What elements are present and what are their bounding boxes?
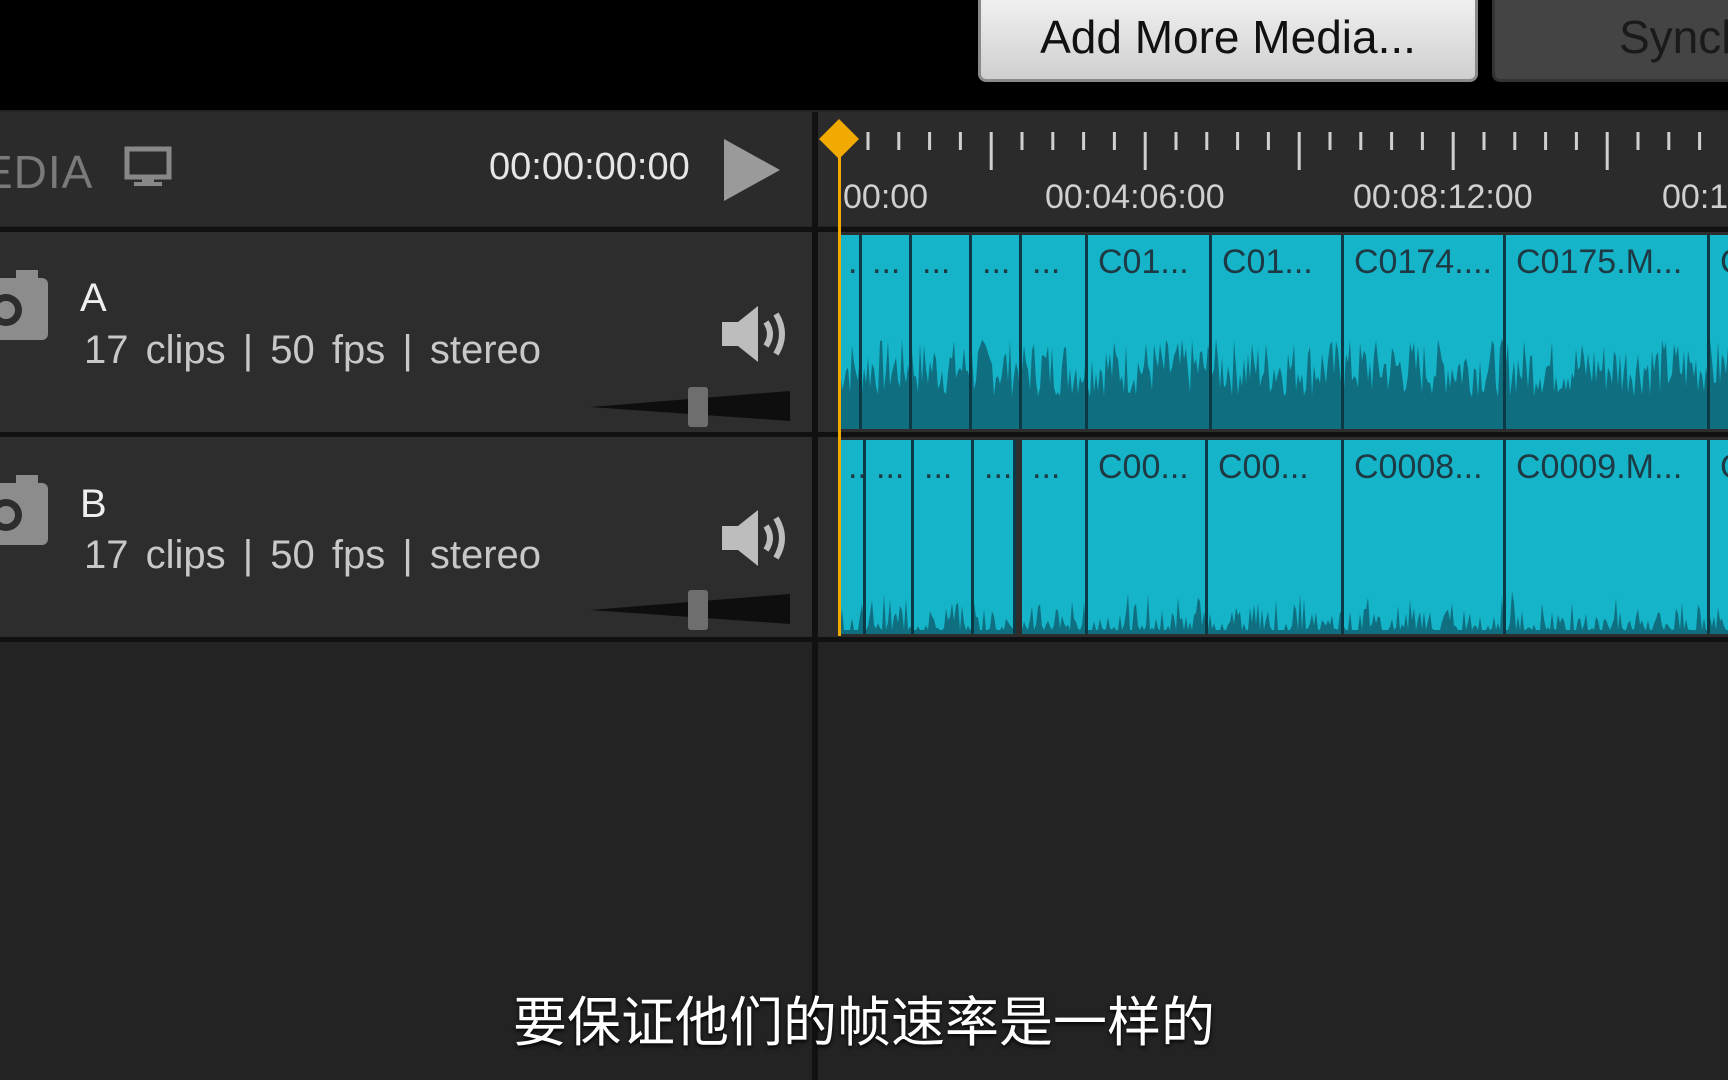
audio-waveform bbox=[838, 345, 859, 429]
track-a-info: 17 clips | 50 fps | stereo bbox=[84, 328, 541, 373]
clip-label: ... bbox=[872, 243, 901, 281]
audio-waveform bbox=[1710, 607, 1728, 634]
audio-waveform bbox=[1088, 338, 1209, 429]
playhead-line[interactable] bbox=[838, 150, 841, 636]
ruler-label: 00:00 bbox=[843, 178, 929, 216]
clip-label: C bbox=[1720, 448, 1728, 487]
audio-waveform bbox=[914, 602, 971, 634]
audio-waveform bbox=[862, 338, 909, 429]
clip-label: ... bbox=[848, 448, 866, 486]
audio-channels: stereo bbox=[429, 328, 542, 372]
separator: | bbox=[242, 533, 254, 577]
speaker-icon[interactable] bbox=[720, 302, 796, 371]
ruler-label: 00:04:06:00 bbox=[1045, 178, 1225, 216]
media-header bbox=[0, 112, 812, 226]
frame-rate: 50 fps bbox=[270, 533, 386, 577]
clip-label: C0009.M... bbox=[1516, 448, 1683, 486]
timeline-ruler[interactable] bbox=[816, 112, 1728, 226]
clip-label: C00... bbox=[1218, 448, 1309, 486]
audio-waveform bbox=[912, 340, 969, 429]
audio-waveform bbox=[1506, 591, 1707, 634]
clip[interactable]: C0008... bbox=[1344, 440, 1506, 634]
video-subtitle: 要保证他们的帧速率是一样的 bbox=[513, 991, 1215, 1054]
clip[interactable]: C0175.M... bbox=[1506, 235, 1710, 429]
monitor-icon[interactable] bbox=[124, 146, 172, 193]
ruler-label: 00:1 bbox=[1662, 178, 1728, 216]
clip[interactable]: C0009.M... bbox=[1506, 440, 1710, 634]
divider bbox=[0, 637, 1728, 642]
clip-label: C00... bbox=[1098, 448, 1189, 486]
clip[interactable]: C00... bbox=[1088, 440, 1208, 634]
clip-label: ... bbox=[1032, 448, 1061, 486]
audio-waveform bbox=[1344, 595, 1503, 634]
clip-label: C0008... bbox=[1354, 448, 1483, 486]
track-a-name: A bbox=[80, 276, 107, 320]
clip[interactable]: ... bbox=[862, 235, 912, 429]
audio-waveform bbox=[1208, 594, 1341, 634]
clip[interactable]: C00... bbox=[1208, 440, 1344, 634]
audio-waveform bbox=[972, 339, 1019, 429]
clip-label: ... bbox=[984, 448, 1013, 486]
play-icon[interactable] bbox=[722, 137, 782, 208]
audio-waveform bbox=[1344, 338, 1503, 429]
volume-slider[interactable] bbox=[590, 588, 790, 630]
media-panel-title: EDIA bbox=[0, 146, 94, 198]
clip-label: ... bbox=[876, 448, 905, 486]
audio-waveform bbox=[866, 594, 911, 634]
audio-waveform bbox=[1022, 344, 1085, 429]
ruler-label: 00:08:12:00 bbox=[1353, 178, 1533, 216]
audio-waveform bbox=[1088, 593, 1205, 634]
clip-label: C0174.... bbox=[1354, 243, 1492, 281]
audio-waveform bbox=[1506, 340, 1707, 429]
timecode-display: 00:00:00:00 bbox=[489, 146, 690, 188]
clip-label: ... bbox=[1032, 243, 1061, 281]
clip-label: C bbox=[1720, 243, 1728, 282]
clip-count: 17 clips bbox=[84, 328, 226, 372]
clip[interactable]: ... bbox=[912, 235, 972, 429]
synchronize-button[interactable]: Synch bbox=[1492, 0, 1728, 82]
track-b-name: B bbox=[80, 482, 107, 526]
clip-count: 17 clips bbox=[84, 533, 226, 577]
frame-rate: 50 fps bbox=[270, 328, 386, 372]
clip-label: ... bbox=[982, 243, 1011, 281]
volume-slider[interactable] bbox=[590, 385, 790, 427]
camera-icon bbox=[0, 473, 50, 554]
separator: | bbox=[402, 328, 413, 372]
speaker-icon[interactable] bbox=[720, 506, 796, 575]
clip-label: C01... bbox=[1222, 243, 1313, 281]
clip[interactable]: ... bbox=[866, 440, 914, 634]
clip-label: C0175.M... bbox=[1516, 243, 1683, 281]
clip-label: ... bbox=[922, 243, 951, 281]
clip[interactable]: ... bbox=[1022, 440, 1088, 634]
separator: | bbox=[402, 533, 413, 577]
clip[interactable]: C01... bbox=[1212, 235, 1344, 429]
clip-label: C01... bbox=[1098, 243, 1189, 281]
audio-waveform bbox=[1710, 339, 1728, 429]
clip[interactable]: ... bbox=[838, 440, 866, 634]
clip[interactable]: ... bbox=[838, 235, 862, 429]
panel-divider bbox=[812, 112, 818, 1080]
audio-channels: stereo bbox=[429, 533, 542, 577]
playhead-handle[interactable] bbox=[818, 118, 860, 165]
clip[interactable]: ... bbox=[1022, 235, 1088, 429]
clip-label: ... bbox=[848, 243, 859, 281]
audio-waveform bbox=[974, 602, 1013, 634]
clip[interactable]: C01... bbox=[1088, 235, 1212, 429]
audio-waveform bbox=[1212, 338, 1341, 429]
track-b-info: 17 clips | 50 fps | stereo bbox=[84, 533, 541, 578]
clip[interactable]: C0174.... bbox=[1344, 235, 1506, 429]
clip[interactable]: ... bbox=[974, 440, 1016, 634]
clip-label: ... bbox=[924, 448, 953, 486]
clip[interactable]: C bbox=[1710, 235, 1728, 429]
separator: | bbox=[242, 328, 254, 372]
audio-waveform bbox=[1022, 601, 1085, 634]
clip[interactable]: ... bbox=[914, 440, 974, 634]
clip[interactable]: ... bbox=[972, 235, 1022, 429]
clip[interactable]: C bbox=[1710, 440, 1728, 634]
audio-waveform bbox=[838, 604, 863, 634]
camera-icon bbox=[0, 268, 50, 349]
add-more-media-button[interactable]: Add More Media... bbox=[978, 0, 1478, 82]
